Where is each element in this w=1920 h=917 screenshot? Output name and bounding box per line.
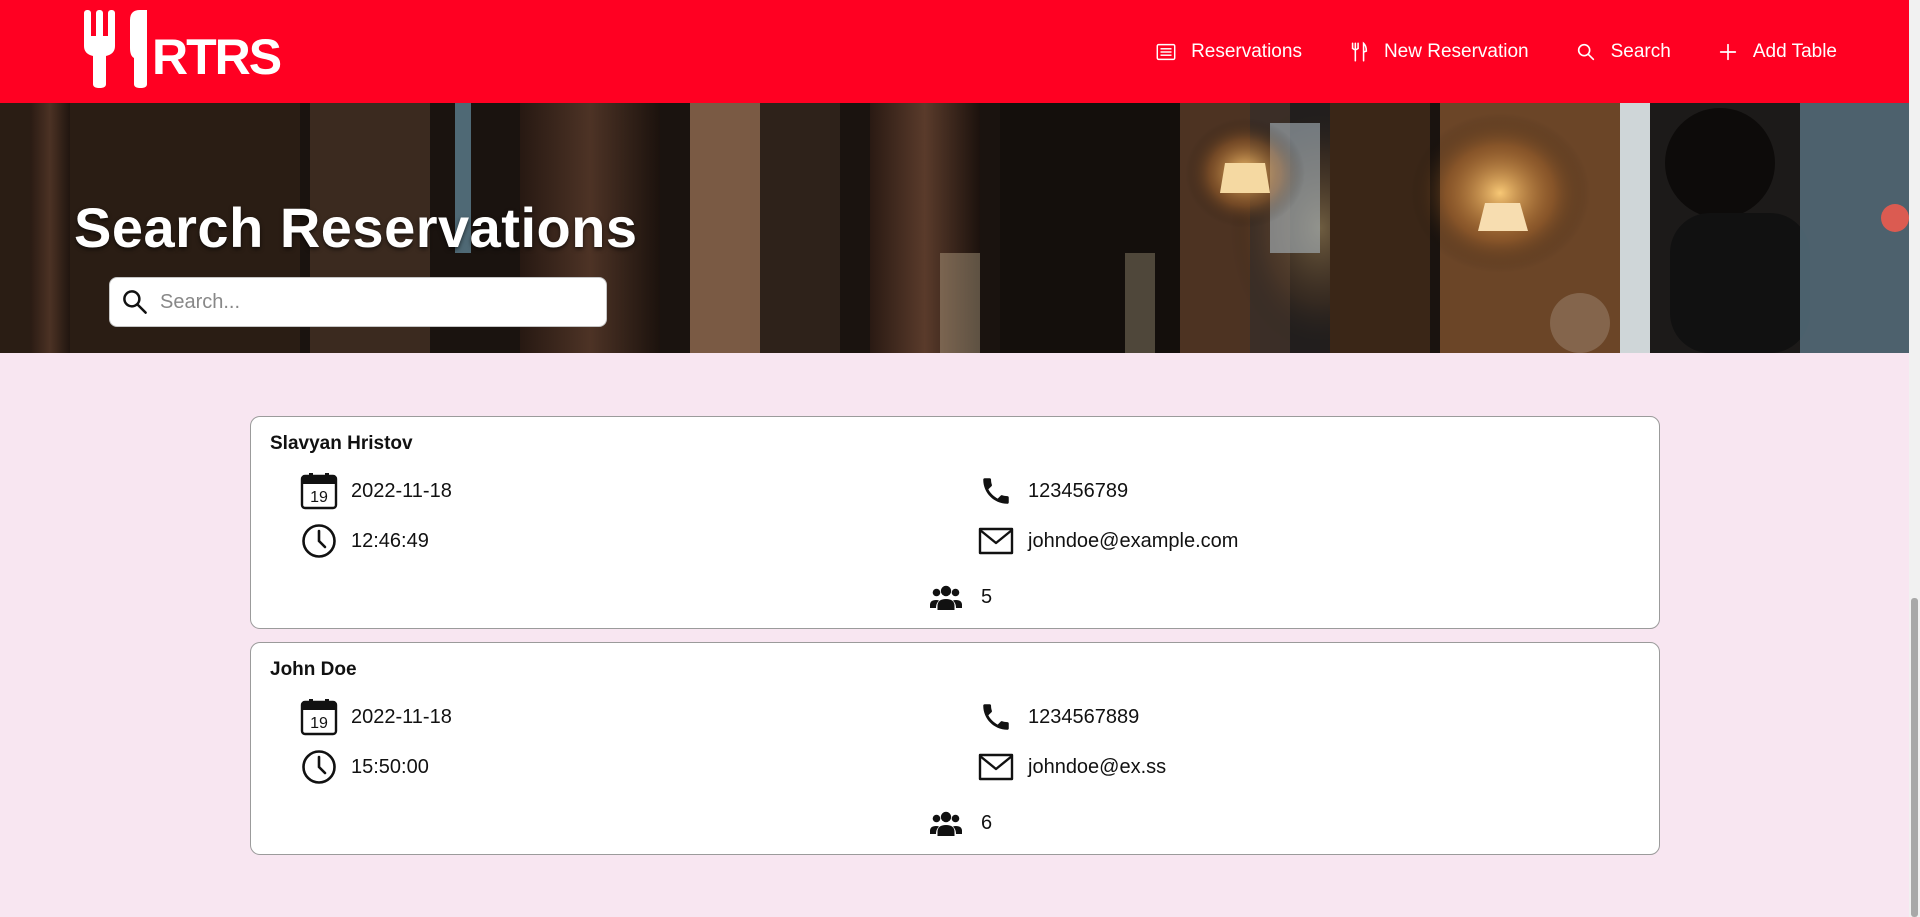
- scrollbar-thumb[interactable]: [1911, 598, 1918, 917]
- nav-search-label: Search: [1610, 40, 1671, 62]
- nav-reservations[interactable]: Reservations: [1155, 41, 1302, 63]
- plus-icon: [1719, 43, 1736, 60]
- email-value: johndoe@example.com: [1028, 529, 1239, 552]
- svg-text:19: 19: [310, 715, 328, 732]
- reservation-phone: 123456789: [977, 472, 1128, 510]
- email-value: johndoe@ex.ss: [1028, 755, 1167, 778]
- time-value: 12:46:49: [351, 529, 429, 552]
- page: RTRS Reservations New Reservation Search…: [0, 0, 1909, 917]
- calendar-icon: 19: [300, 698, 338, 736]
- phone-icon: [977, 698, 1015, 736]
- hero-banner: Search Reservations: [0, 103, 1909, 353]
- fork-knife-icon: [1351, 41, 1368, 61]
- navbar: RTRS Reservations New Reservation Search…: [0, 0, 1909, 103]
- nav-new-reservation[interactable]: New Reservation: [1348, 41, 1529, 63]
- reservation-email: johndoe@example.com: [977, 522, 1238, 560]
- reservation-email: johndoe@ex.ss: [977, 748, 1166, 786]
- main-nav: Reservations New Reservation Search Add …: [1155, 0, 1837, 103]
- guests-value: 5: [981, 585, 993, 608]
- rtrs-logo[interactable]: RTRS: [84, 8, 290, 90]
- reservation-guests: 5: [927, 578, 992, 616]
- users-icon: [927, 578, 965, 616]
- time-value: 15:50:00: [351, 755, 429, 778]
- guest-name: Slavyan Hristov: [270, 433, 413, 454]
- phone-value: 1234567889: [1028, 705, 1140, 728]
- reservation-guests: 6: [927, 804, 992, 842]
- search-field[interactable]: [109, 277, 607, 327]
- nav-add-table-label: Add Table: [1752, 40, 1837, 62]
- nav-new-reservation-label: New Reservation: [1383, 40, 1529, 62]
- users-icon: [927, 804, 965, 842]
- date-value: 2022-11-18: [351, 705, 452, 728]
- guest-name: John Doe: [270, 659, 357, 680]
- nav-reservations-label: Reservations: [1191, 40, 1302, 62]
- phone-value: 123456789: [1028, 479, 1129, 502]
- nav-search[interactable]: Search: [1575, 41, 1671, 63]
- envelope-icon: [977, 522, 1015, 560]
- search-icon: [123, 290, 147, 314]
- calendar-icon: 19: [300, 472, 338, 510]
- reservation-card[interactable]: Slavyan Hristov 19 2022-11-18 12:46:49 1…: [250, 416, 1660, 629]
- page-title: Search Reservations: [74, 196, 638, 259]
- envelope-icon: [977, 748, 1015, 786]
- reservation-date: 19 2022-11-18: [300, 698, 452, 736]
- svg-text:RTRS: RTRS: [152, 29, 281, 85]
- phone-icon: [977, 472, 1015, 510]
- reservation-card[interactable]: John Doe 19 2022-11-18 15:50:00 12345678…: [250, 642, 1660, 855]
- reservation-phone: 1234567889: [977, 698, 1139, 736]
- page-scrollbar[interactable]: [1909, 0, 1920, 917]
- search-input[interactable]: [158, 289, 582, 315]
- date-value: 2022-11-18: [351, 479, 452, 502]
- search-icon: [1577, 43, 1594, 60]
- clock-icon: [300, 522, 338, 560]
- nav-add-table[interactable]: Add Table: [1717, 41, 1837, 63]
- clock-icon: [300, 748, 338, 786]
- reservation-time: 15:50:00: [300, 748, 429, 786]
- list-icon: [1156, 43, 1176, 60]
- reservation-date: 19 2022-11-18: [300, 472, 452, 510]
- reservation-time: 12:46:49: [300, 522, 429, 560]
- svg-text:19: 19: [310, 489, 328, 506]
- guests-value: 6: [981, 811, 993, 834]
